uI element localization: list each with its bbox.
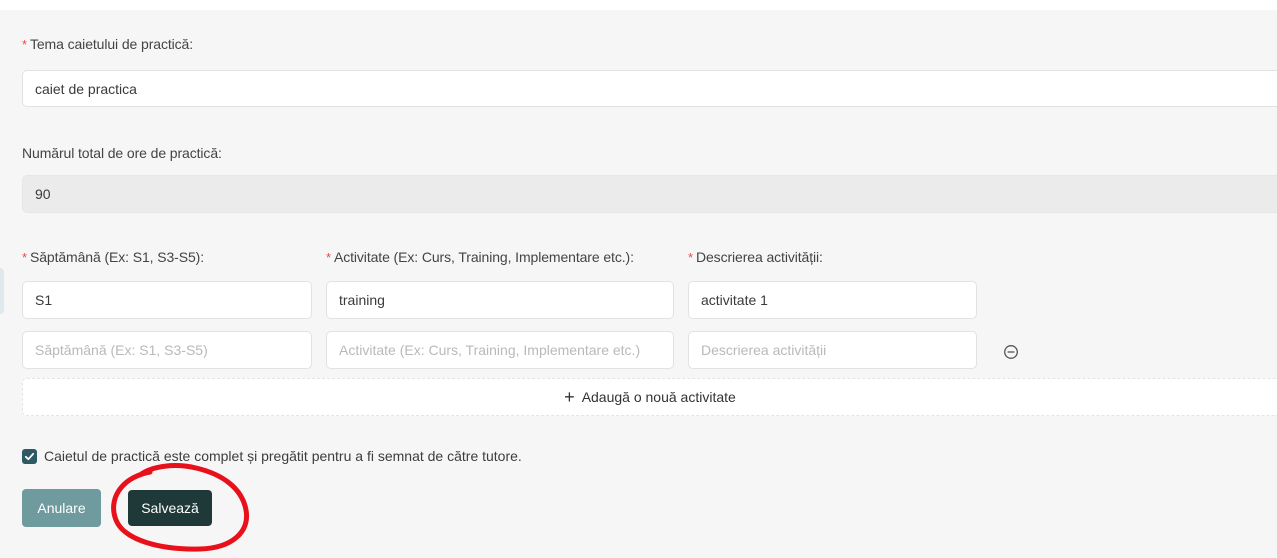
- save-button[interactable]: Salvează: [128, 490, 212, 526]
- description-column-label: * Descrierea activității:: [688, 249, 823, 265]
- complete-checkbox[interactable]: [22, 449, 37, 464]
- theme-input[interactable]: caiet de practica: [22, 70, 1277, 107]
- complete-checkbox-label[interactable]: Caietul de practică este complet și preg…: [44, 448, 522, 464]
- check-icon: [24, 452, 35, 461]
- required-mark: *: [22, 37, 27, 52]
- week-column-label-text: Săptămână (Ex: S1, S3-S5):: [29, 249, 205, 265]
- description-column-label-text: Descrierea activității:: [695, 249, 823, 265]
- required-mark: *: [22, 250, 27, 265]
- activity-input[interactable]: training: [326, 281, 674, 319]
- theme-label-text: Tema caietului de practică:: [29, 36, 194, 52]
- theme-label: * Tema caietului de practică:: [22, 36, 193, 52]
- week-input-empty[interactable]: Săptămână (Ex: S1, S3-S5): [22, 331, 312, 369]
- add-activity-button[interactable]: + Adaugă o nouă activitate: [22, 378, 1277, 416]
- week-input[interactable]: S1: [22, 281, 312, 319]
- side-tab[interactable]: [0, 268, 4, 314]
- description-input-empty[interactable]: Descrierea activității: [688, 331, 977, 369]
- hours-input: 90: [22, 175, 1277, 213]
- activity-column-label: * Activitate (Ex: Curs, Training, Impleme…: [326, 249, 634, 265]
- week-column-label: * Săptămână (Ex: S1, S3-S5):: [22, 249, 204, 265]
- activity-input-empty[interactable]: Activitate (Ex: Curs, Training, Implemen…: [326, 331, 674, 369]
- plus-icon: +: [564, 387, 575, 407]
- required-mark: *: [326, 250, 331, 265]
- description-input[interactable]: activitate 1: [688, 281, 977, 319]
- add-activity-label: Adaugă o nouă activitate: [581, 389, 736, 405]
- required-mark: *: [688, 250, 693, 265]
- minus-circle-icon[interactable]: [1003, 344, 1019, 360]
- cancel-button[interactable]: Anulare: [22, 489, 101, 527]
- activity-column-label-text: Activitate (Ex: Curs, Training, Implemen…: [333, 249, 634, 265]
- hours-label: Numărul total de ore de practică:: [22, 145, 222, 161]
